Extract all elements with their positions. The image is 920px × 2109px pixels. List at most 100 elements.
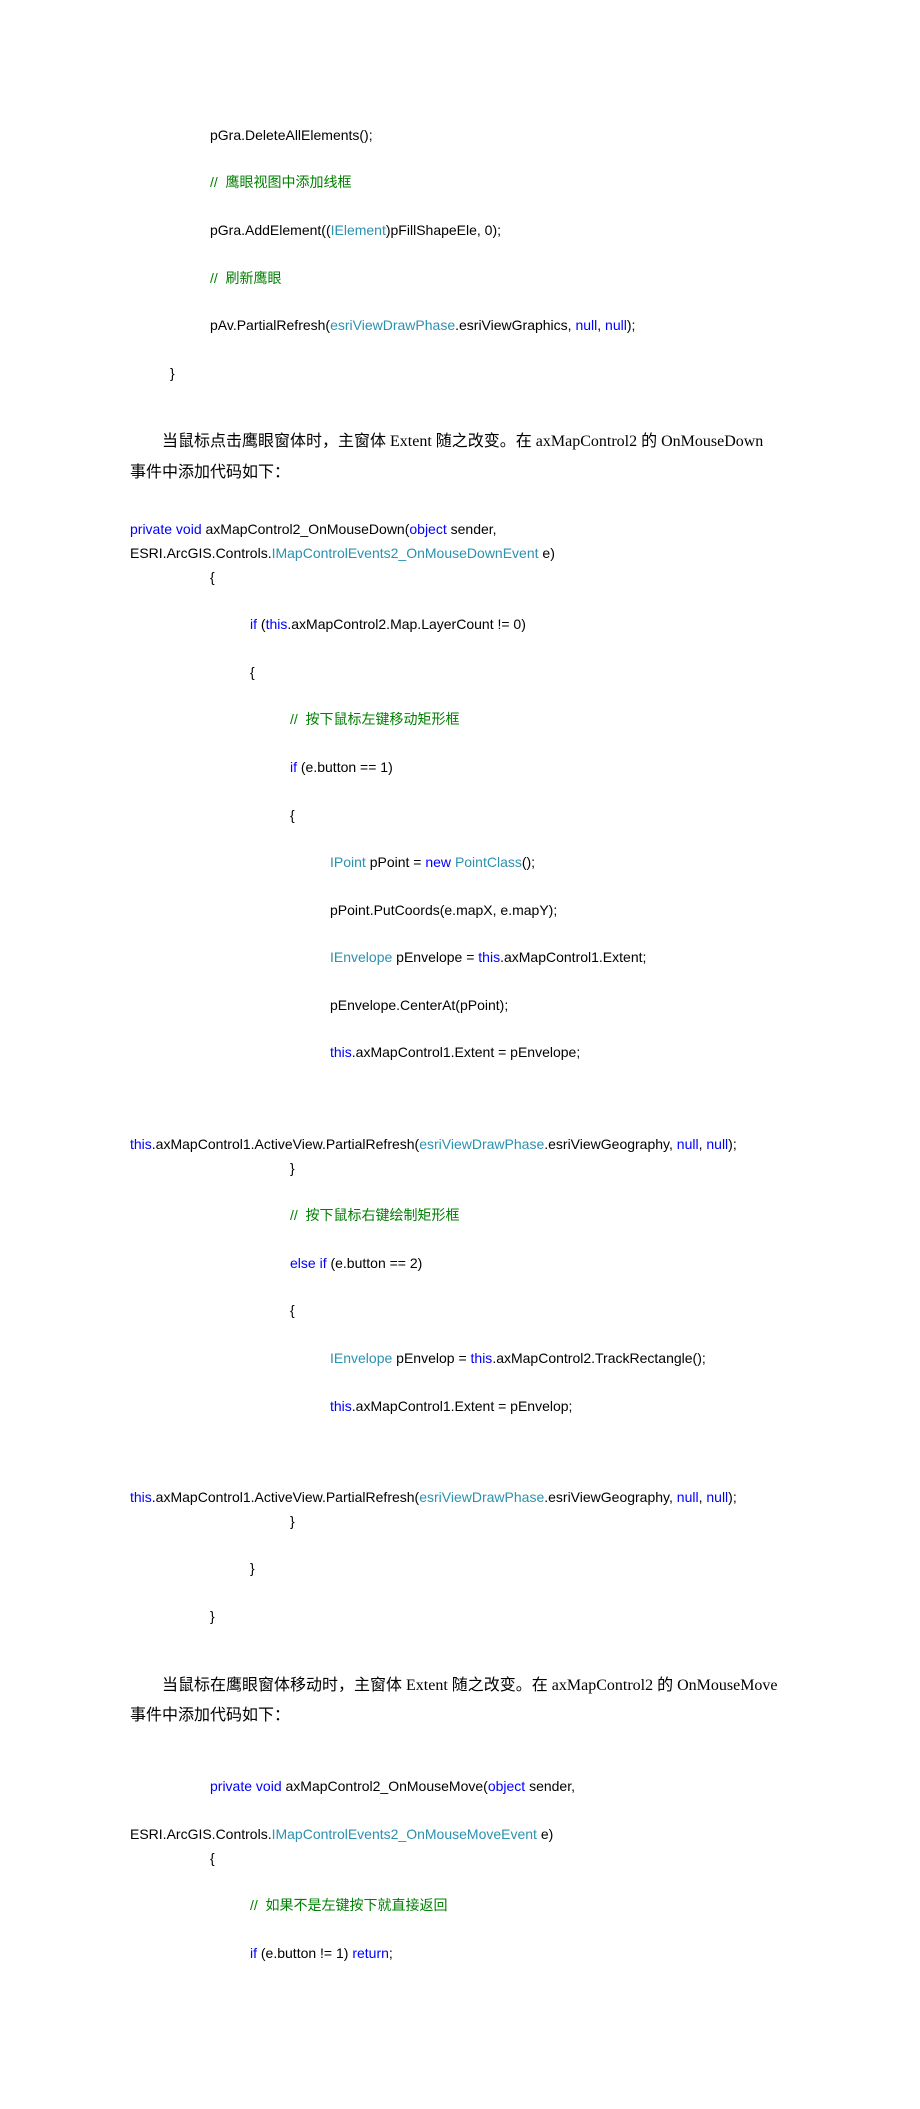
code-keyword: new (425, 854, 451, 870)
code-line: { (130, 804, 790, 828)
code-line: } (130, 1510, 790, 1534)
code-type: IEnvelope (330, 1350, 392, 1366)
code-text: (); (522, 854, 535, 870)
code-text: ESRI.ArcGIS.Controls. (130, 1826, 272, 1842)
code-block-3: private void axMapControl2_OnMouseMove(o… (130, 1751, 790, 1989)
code-line: pGra.AddElement((IElement)pFillShapeEle,… (130, 219, 790, 243)
code-keyword: this (130, 1489, 152, 1505)
code-type: esriViewDrawPhase (419, 1489, 544, 1505)
code-keyword: void (256, 1778, 282, 1794)
code-text: pGra.DeleteAllElements(); (210, 127, 373, 143)
code-keyword: else (290, 1255, 316, 1271)
code-text: pEnvelope.CenterAt(pPoint); (330, 997, 508, 1013)
code-keyword: return (352, 1945, 389, 1961)
code-line: if (e.button == 1) (130, 756, 790, 780)
code-line: // 如果不是左键按下就直接返回 (130, 1894, 790, 1918)
code-type: IPoint (330, 854, 366, 870)
code-line: IEnvelope pEnvelop = this.axMapControl2.… (130, 1347, 790, 1371)
blank-line (130, 1089, 790, 1109)
code-comment: // 如果不是左键按下就直接返回 (250, 1897, 448, 1913)
prose-text: 当鼠标点击鹰眼窗体时，主窗体 Extent 随之改变。在 axMapContro… (130, 427, 790, 457)
code-keyword: this (330, 1398, 352, 1414)
code-keyword: null (677, 1136, 699, 1152)
code-text: .axMapControl1.Extent = pEnvelope; (352, 1044, 580, 1060)
code-line: IPoint pPoint = new PointClass(); (130, 851, 790, 875)
code-type: esriViewDrawPhase (330, 317, 455, 333)
prose-text: 当鼠标在鹰眼窗体移动时，主窗体 Extent 随之改变。在 axMapContr… (130, 1671, 790, 1701)
code-text: pPoint.PutCoords(e.mapX, e.mapY); (330, 902, 557, 918)
code-keyword: null (677, 1489, 699, 1505)
code-line: pEnvelope.CenterAt(pPoint); (130, 994, 790, 1018)
code-line: pPoint.PutCoords(e.mapX, e.mapY); (130, 899, 790, 923)
code-line: { (130, 1299, 790, 1323)
code-keyword: this (330, 1044, 352, 1060)
code-text: (e.button != 1) (257, 1945, 352, 1961)
code-text: sender, (525, 1778, 575, 1794)
code-line: this.axMapControl1.Extent = pEnvelope; (130, 1041, 790, 1065)
code-keyword: void (176, 521, 202, 537)
code-type: PointClass (455, 854, 522, 870)
code-line: } (130, 1557, 790, 1581)
code-line: this.axMapControl1.Extent = pEnvelop; (130, 1395, 790, 1419)
code-text: .axMapControl1.ActiveView.PartialRefresh… (152, 1489, 419, 1505)
code-text: e) (537, 1826, 553, 1842)
code-keyword: null (706, 1136, 728, 1152)
code-text: .esriViewGeography, (544, 1136, 677, 1152)
code-line: ESRI.ArcGIS.Controls.IMapControlEvents2_… (130, 545, 555, 561)
prose-text: 事件中添加代码如下： (130, 1701, 790, 1731)
code-text: .axMapControl1.Extent; (500, 949, 646, 965)
code-keyword: this (130, 1136, 152, 1152)
code-line: // 按下鼠标左键移动矩形框 (130, 708, 790, 732)
code-line: IEnvelope pEnvelope = this.axMapControl1… (130, 946, 790, 970)
code-line: { (130, 661, 790, 685)
code-keyword: null (605, 317, 627, 333)
code-type: IMapControlEvents2_OnMouseDownEvent (272, 545, 539, 561)
code-keyword: if (320, 1255, 327, 1271)
code-line: // 鹰眼视图中添加线框 (130, 171, 790, 195)
code-line: } (130, 1157, 790, 1181)
code-line: } (130, 362, 790, 386)
code-comment: // 鹰眼视图中添加线框 (210, 174, 352, 190)
code-text: { (210, 569, 215, 585)
code-text: } (210, 1608, 215, 1624)
code-text: )pFillShapeEle, 0); (386, 222, 501, 238)
code-keyword: null (706, 1489, 728, 1505)
code-text: } (290, 1513, 295, 1529)
code-line: // 刷新鹰眼 (130, 267, 790, 291)
code-text: ); (728, 1136, 737, 1152)
code-keyword: private (130, 521, 172, 537)
code-line: else if (e.button == 2) (130, 1252, 790, 1276)
code-text: } (290, 1160, 295, 1176)
code-line: // 按下鼠标右键绘制矩形框 (130, 1204, 790, 1228)
code-text: .esriViewGraphics, (455, 317, 575, 333)
code-line: { (130, 1847, 790, 1871)
code-text: (e.button == 1) (297, 759, 393, 775)
code-text: ESRI.ArcGIS.Controls. (130, 545, 272, 561)
code-line: this.axMapControl1.ActiveView.PartialRef… (130, 1136, 737, 1152)
code-line: if (this.axMapControl2.Map.LayerCount !=… (130, 613, 790, 637)
code-comment: // 刷新鹰眼 (210, 270, 282, 286)
code-text: } (170, 365, 175, 381)
code-keyword: if (250, 616, 257, 632)
code-text: { (250, 664, 255, 680)
code-text: pEnvelop = (392, 1350, 470, 1366)
code-text: , (597, 317, 605, 333)
code-text: (e.button == 2) (327, 1255, 423, 1271)
code-text: ); (728, 1489, 737, 1505)
code-line: } (130, 1605, 790, 1629)
prose-text: 事件中添加代码如下： (130, 458, 790, 488)
code-text: pEnvelope = (392, 949, 478, 965)
code-text: pAv.PartialRefresh( (210, 317, 330, 333)
code-line: { (130, 566, 790, 590)
code-comment: // 按下鼠标右键绘制矩形框 (290, 1207, 460, 1223)
code-text: .axMapControl1.Extent = pEnvelop; (352, 1398, 573, 1414)
code-type: IEnvelope (330, 949, 392, 965)
code-keyword: object (488, 1778, 525, 1794)
code-keyword: this (478, 949, 500, 965)
code-text: } (250, 1560, 255, 1576)
code-line: private void axMapControl2_OnMouseMove(o… (130, 1775, 790, 1799)
code-text: sender, (447, 521, 497, 537)
code-text: ( (257, 616, 266, 632)
code-keyword: this (471, 1350, 493, 1366)
code-text: , (699, 1489, 707, 1505)
